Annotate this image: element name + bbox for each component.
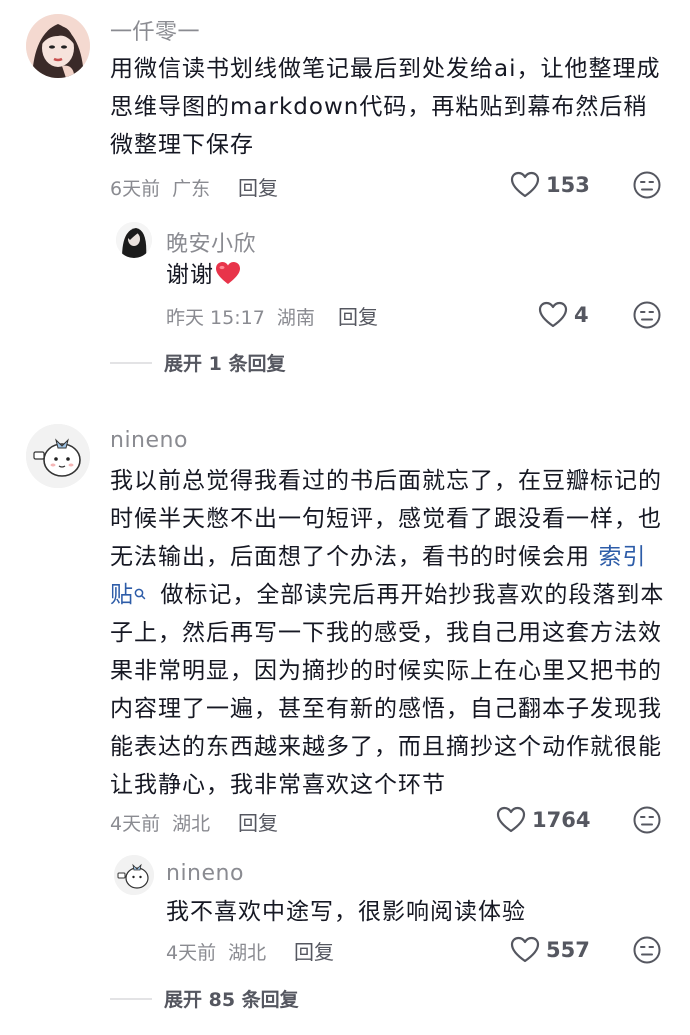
expand-replies-label: 展开 1 条回复 <box>164 353 286 375</box>
heart-icon <box>538 301 568 328</box>
dislike-face-icon <box>633 806 661 834</box>
avatar[interactable] <box>26 424 90 488</box>
reply-button[interactable]: 回复 <box>338 301 378 330</box>
comment-text-line: 能表达的东西越来越多了，而且摘抄这个动作就很能 <box>110 734 662 760</box>
search-link[interactable]: 贴 <box>110 582 134 608</box>
expand-replies-button[interactable]: 展开 1 条回复 <box>110 349 285 376</box>
comment-text: 我以前总觉得我看过的书后面就忘了，在豆瓣标记的 时候半天憋不出一句短评，感觉看了… <box>110 462 685 804</box>
search-icon[interactable] <box>134 588 146 600</box>
reply-button[interactable]: 回复 <box>238 172 278 201</box>
comment-text-line: 思维导图的markdown代码，再粘贴到幕布然后稍 <box>110 94 648 120</box>
reply-text: 我不喜欢中途写，很影响阅读体验 <box>166 899 526 925</box>
reply-button[interactable]: 回复 <box>294 936 334 965</box>
comment-meta: 6天前 广东 <box>110 174 210 201</box>
dislike-button[interactable] <box>632 300 662 334</box>
comment-meta: 4天前 湖北 <box>110 809 210 836</box>
dislike-face-icon <box>633 301 661 329</box>
like-count: 1764 <box>532 807 591 832</box>
like-button[interactable]: 153 <box>510 171 590 198</box>
reply-avatar[interactable] <box>116 222 152 258</box>
comment-text-line: 内容理了一遍，甚至有新的感悟，自己翻本子发现我 <box>110 696 662 722</box>
like-count: 4 <box>574 302 589 327</box>
comment-text-line: 用微信读书划线做笔记最后到处发给ai，让他整理成 <box>110 56 661 82</box>
reply-meta: 4天前 湖北 <box>166 938 266 965</box>
like-count: 557 <box>546 937 590 962</box>
avatar[interactable] <box>26 14 90 78</box>
reply-text: 谢谢 <box>166 256 242 294</box>
reply-location: 湖北 <box>228 942 267 964</box>
search-link[interactable]: 索引 <box>598 544 646 570</box>
comment-text: 用微信读书划线做笔记最后到处发给ai，让他整理成 思维导图的markdown代码… <box>110 50 680 164</box>
comment-username[interactable]: 一仟零一 <box>110 14 200 46</box>
dislike-face-icon <box>633 171 661 199</box>
heart-icon <box>496 806 526 833</box>
red-heart-icon <box>216 262 240 284</box>
heart-icon <box>510 171 540 198</box>
comment-text-line: 我以前总觉得我看过的书后面就忘了，在豆瓣标记的 <box>110 468 662 494</box>
comment-location: 广东 <box>172 178 211 200</box>
dislike-button[interactable] <box>632 935 662 969</box>
dislike-face-icon <box>633 936 661 964</box>
divider-line <box>110 361 152 364</box>
like-button[interactable]: 4 <box>538 301 589 328</box>
like-button[interactable]: 1764 <box>496 806 590 833</box>
like-count: 153 <box>546 172 590 197</box>
expand-replies-button[interactable]: 展开 85 条回复 <box>110 985 299 1012</box>
reply-time: 4天前 <box>166 942 217 964</box>
comment-text-line: 果非常明显，因为摘抄的时候实际上在心里又把书的 <box>110 658 662 684</box>
expand-replies-label: 展开 85 条回复 <box>164 989 299 1011</box>
reply-meta: 昨天 15:17 湖南 <box>166 303 315 330</box>
like-button[interactable]: 557 <box>510 936 590 963</box>
comment-time: 6天前 <box>110 178 161 200</box>
reply-time: 昨天 15:17 <box>166 307 265 329</box>
comment-text-line: 贴 做标记，全部读完后再开始抄我喜欢的段落到本 <box>110 582 665 608</box>
reply-username[interactable]: nineno <box>166 861 244 886</box>
comment-username[interactable]: nineno <box>110 428 188 453</box>
dislike-button[interactable] <box>632 805 662 839</box>
comment-text-line: 让我静心，我非常喜欢这个环节 <box>110 772 446 798</box>
comment-location: 湖北 <box>172 813 211 835</box>
reply-button[interactable]: 回复 <box>238 807 278 836</box>
reply-location: 湖南 <box>276 307 315 329</box>
divider-line <box>110 997 152 1000</box>
comment-text-line: 时候半天憋不出一句短评，感觉看了跟没看一样，也 <box>110 506 662 532</box>
comment-text-line: 无法输出，后面想了个办法，看书的时候会用 索引 <box>110 544 647 570</box>
reply-username[interactable]: 晚安小欣 <box>166 226 256 258</box>
comment-text-line: 微整理下保存 <box>110 132 254 158</box>
comment-time: 4天前 <box>110 813 161 835</box>
heart-icon <box>510 936 540 963</box>
reply-avatar[interactable] <box>114 855 154 895</box>
comment-text-line: 子上，然后再写一下我的感受，我自己用这套方法效 <box>110 620 662 646</box>
dislike-button[interactable] <box>632 170 662 204</box>
